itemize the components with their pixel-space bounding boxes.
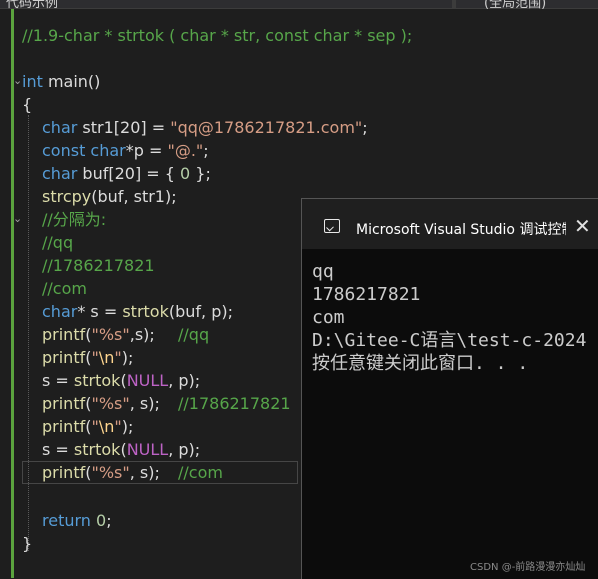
change-tracking-bar xyxy=(11,9,14,578)
console-output-line: 按任意键关闭此窗口. . . xyxy=(312,353,529,374)
console-output-line: D:\Gitee-C语言\test-c-2024 xyxy=(312,330,587,351)
code-line-18: printf("\n"); xyxy=(42,415,133,438)
text: , s); xyxy=(129,463,160,482)
inline-comment: //1786217821 xyxy=(178,394,291,413)
inline-comment: //qq xyxy=(178,325,210,344)
text: ); xyxy=(121,348,134,367)
text: , p); xyxy=(168,440,201,459)
code-line-10: //qq xyxy=(42,233,74,252)
fn: strcpy xyxy=(42,187,92,206)
number: 0 xyxy=(90,511,107,530)
text: ; xyxy=(203,141,209,160)
string-literal: "%s" xyxy=(91,463,130,482)
text: ; xyxy=(106,511,112,530)
text: (buf, str1); xyxy=(91,187,177,206)
text: str1[20] = xyxy=(77,118,171,137)
text: ); xyxy=(121,417,134,436)
fn: printf xyxy=(42,463,86,482)
kw: char xyxy=(42,164,78,183)
code-line-6: const char*p = "@."; xyxy=(42,139,209,162)
text: * s = xyxy=(77,302,123,321)
console-output-line: qq xyxy=(312,261,334,282)
close-icon[interactable]: ✕ xyxy=(574,213,591,239)
code-line-13: char* s = strtok(buf, p); xyxy=(42,300,233,323)
inline-comment: //com xyxy=(178,463,223,482)
macro: NULL xyxy=(126,440,169,459)
kw: char xyxy=(42,302,78,321)
code-line-16: s = strtok(NULL, p); xyxy=(42,369,200,392)
code-line-22: return 0; xyxy=(42,509,112,532)
fn: strtok xyxy=(122,302,169,321)
kw: char xyxy=(42,118,78,137)
fn: strtok xyxy=(73,440,121,459)
kw: const xyxy=(42,141,86,160)
escape-seq: \n xyxy=(98,348,115,367)
tab-separator xyxy=(452,0,456,8)
text: s = xyxy=(42,440,74,459)
quote: " xyxy=(91,417,99,436)
code-line-11: //1786217821 xyxy=(42,256,155,275)
code-line-5: char str1[20] = "qq@1786217821.com"; xyxy=(42,116,368,139)
code-line-3: int main() xyxy=(22,70,100,93)
code-line-1: //1.9-char * strtok ( char * str, const … xyxy=(22,26,413,45)
string-literal: "%s" xyxy=(91,394,130,413)
fn: printf xyxy=(42,348,86,367)
kw: return xyxy=(42,511,91,530)
console-app-icon xyxy=(324,219,340,233)
text: }; xyxy=(190,164,211,183)
watermark: CSDN @-前路漫漫亦灿灿 xyxy=(470,562,586,573)
code-line-19: s = strtok(NULL, p); xyxy=(42,438,200,461)
debug-console-window[interactable]: Microsoft Visual Studio 调试控制台 ✕ qq 17862… xyxy=(301,198,598,579)
console-output-line: 1786217821 xyxy=(312,284,421,305)
code-line-12: //com xyxy=(42,279,87,298)
main-signature: main() xyxy=(42,72,101,91)
quote: " xyxy=(114,417,122,436)
code-line-9: //分隔为: xyxy=(42,210,107,229)
number: 0 xyxy=(180,164,191,183)
text: s = xyxy=(42,371,74,390)
text: *p = xyxy=(125,141,168,160)
fold-comment-icon[interactable]: ⌄ xyxy=(13,213,22,225)
macro: NULL xyxy=(126,371,169,390)
text: , s); xyxy=(129,394,160,413)
fn: printf xyxy=(42,394,86,413)
console-title-bar[interactable]: Microsoft Visual Studio 调试控制台 ✕ xyxy=(302,199,598,249)
text: (buf, p); xyxy=(168,302,233,321)
escape-seq: \n xyxy=(98,417,115,436)
string-literal: "qq@1786217821.com" xyxy=(170,118,363,137)
quote: " xyxy=(114,348,122,367)
kw: char xyxy=(85,141,126,160)
code-line-4: { xyxy=(22,95,33,114)
code-line-7: char buf[20] = { 0 }; xyxy=(42,162,211,185)
code-line-17: printf("%s", s); xyxy=(42,392,160,415)
console-title: Microsoft Visual Studio 调试控制台 xyxy=(356,222,566,238)
text: , p); xyxy=(168,371,201,390)
editor-tab-strip: 代码示例 (全局范围) xyxy=(0,0,598,11)
kw-int: int xyxy=(22,72,43,91)
code-line-15: printf("\n"); xyxy=(42,346,133,369)
fn: printf xyxy=(42,417,86,436)
console-output-line: com xyxy=(312,307,345,328)
string-literal: "@." xyxy=(167,141,204,160)
text: buf[20] = { xyxy=(77,164,181,183)
code-line-20: printf("%s", s); xyxy=(42,461,160,484)
fn: strtok xyxy=(73,371,121,390)
fn: printf xyxy=(42,325,86,344)
code-line-23: } xyxy=(22,534,33,553)
code-line-8: strcpy(buf, str1); xyxy=(42,185,177,208)
fold-main-icon[interactable]: ⌄ xyxy=(13,75,22,87)
text: ; xyxy=(362,118,368,137)
string-literal: "%s" xyxy=(91,325,130,344)
text: ,s); xyxy=(129,325,155,344)
quote: " xyxy=(91,348,99,367)
indent-guide xyxy=(28,115,29,551)
code-line-14: printf("%s",s); xyxy=(42,323,155,346)
